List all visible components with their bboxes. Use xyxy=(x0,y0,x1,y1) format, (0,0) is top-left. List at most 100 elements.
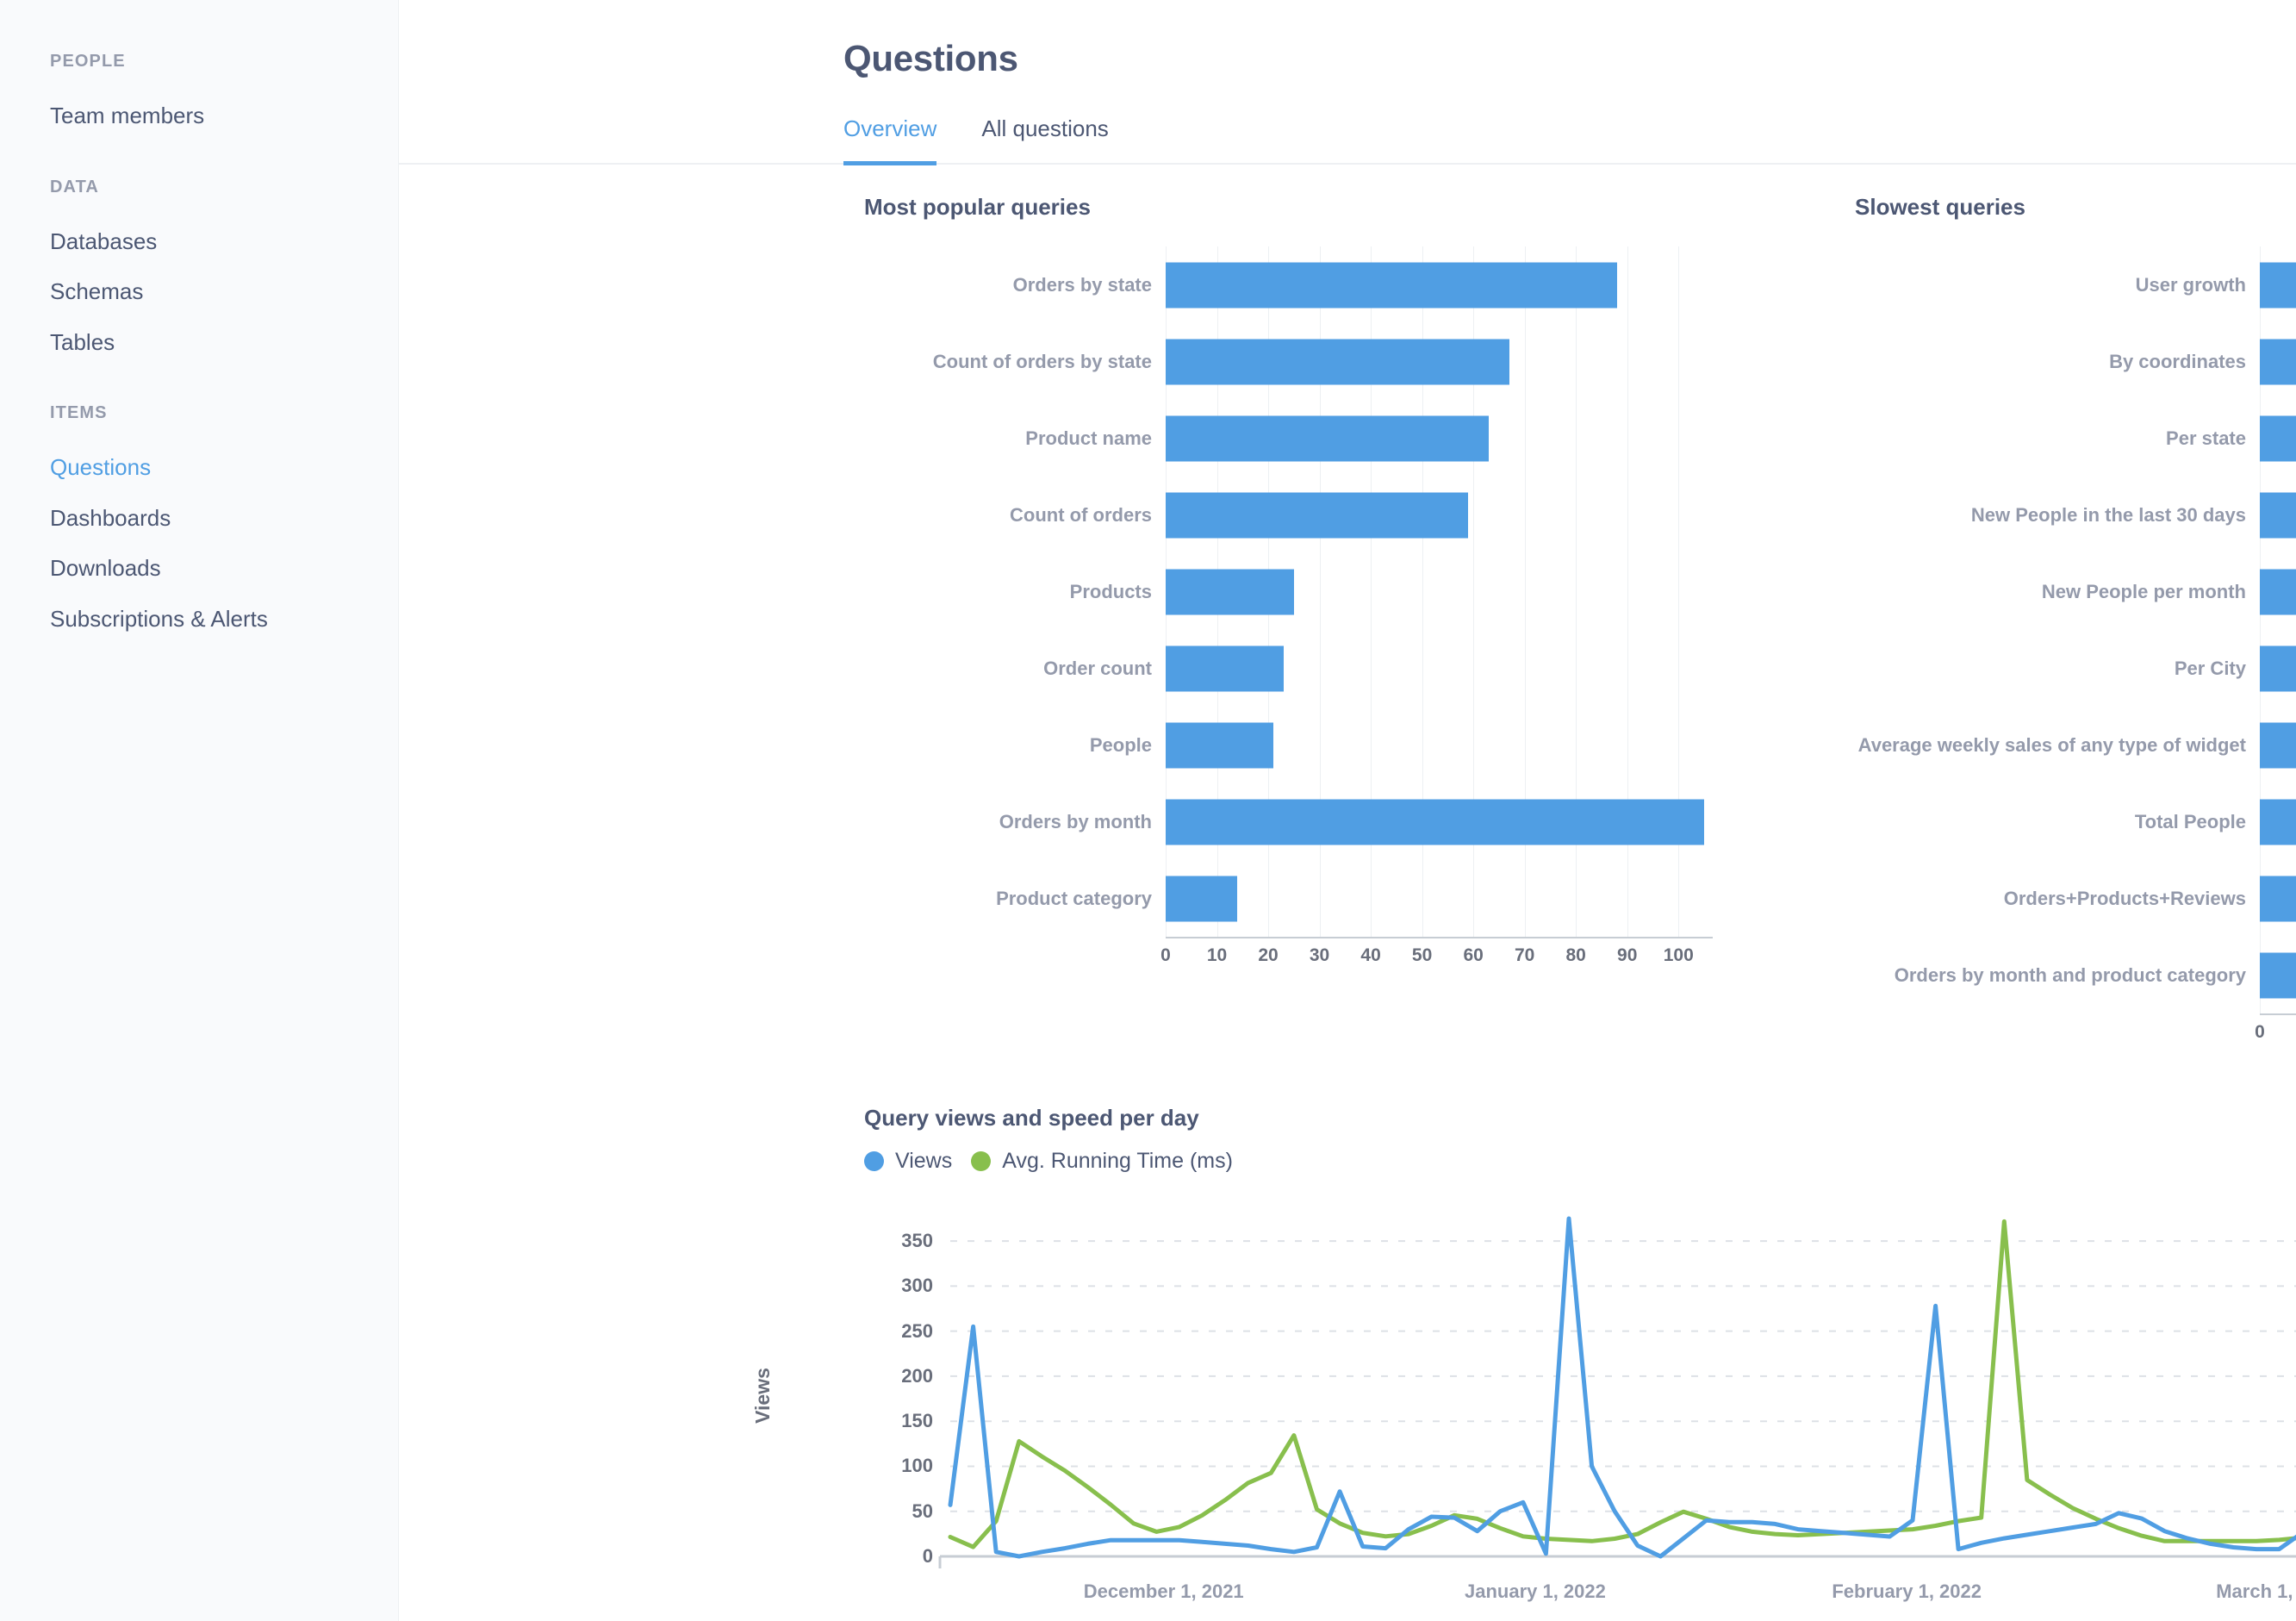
bar-fill[interactable] xyxy=(1166,569,1294,614)
x-tick-label: 60 xyxy=(1463,945,1483,966)
bar-category-label: Product category xyxy=(864,888,1166,910)
bar-row[interactable]: Orders by month xyxy=(864,783,1795,860)
bar-category-label: Per City xyxy=(1855,658,2260,680)
bar-fill[interactable] xyxy=(2260,262,2296,308)
sidebar-heading-people: PEOPLE xyxy=(0,52,398,90)
y-tick-label-left: 100 xyxy=(838,1455,933,1477)
bar-fill[interactable] xyxy=(2260,415,2296,461)
tab-all-questions[interactable]: All questions xyxy=(981,115,1108,165)
bar-fill[interactable] xyxy=(1166,492,1468,538)
sidebar-item-databases[interactable]: Databases xyxy=(0,216,398,267)
bar-fill[interactable] xyxy=(2260,339,2296,384)
x-tick-label: 30 xyxy=(1310,945,1329,966)
chart-most-popular-queries: Most popular queries Orders by stateCoun… xyxy=(864,194,1795,1053)
series-line-views[interactable] xyxy=(950,1219,2296,1556)
bar-row[interactable]: People xyxy=(864,707,1795,783)
sidebar-item-downloads[interactable]: Downloads xyxy=(0,543,398,594)
series-line-avg-running-time[interactable] xyxy=(950,1221,2296,1547)
bar-fill[interactable] xyxy=(2260,952,2296,998)
bar-track xyxy=(2260,783,2296,860)
bar-row[interactable]: Count of orders xyxy=(864,477,1795,553)
x-tick-label: 0 xyxy=(1160,945,1171,966)
bar-row[interactable]: Per state xyxy=(1855,400,2296,477)
bar-row[interactable]: Order count xyxy=(864,630,1795,707)
bar-track xyxy=(1166,783,1795,860)
x-tick-label: February 1, 2022 xyxy=(1832,1580,1982,1603)
bar-track xyxy=(2260,707,2296,783)
x-tick-label: 50 xyxy=(1412,945,1432,966)
bar-fill[interactable] xyxy=(1166,722,1273,768)
bar-fill[interactable] xyxy=(2260,722,2296,768)
bar-track xyxy=(2260,553,2296,630)
bar-fill[interactable] xyxy=(1166,799,1704,845)
legend-item-avg-running-time[interactable]: Avg. Running Time (ms) xyxy=(971,1149,1233,1174)
bar-category-label: Count of orders by state xyxy=(864,351,1166,373)
bar-fill[interactable] xyxy=(2260,569,2296,614)
legend-item-views[interactable]: Views xyxy=(864,1149,952,1174)
bar-row[interactable]: Count of orders by state xyxy=(864,323,1795,400)
bar-row[interactable]: Products xyxy=(864,553,1795,630)
bar-category-label: New People in the last 30 days xyxy=(1855,504,2260,527)
bar-row[interactable]: Orders+Products+Reviews xyxy=(1855,860,2296,937)
bar-row[interactable]: Orders by month and product category xyxy=(1855,937,2296,1013)
main-content: Questions Overview All questions Most po… xyxy=(399,0,2296,1621)
bar-fill[interactable] xyxy=(1166,876,1237,921)
bar-fill[interactable] xyxy=(2260,799,2296,845)
bar-row[interactable]: By coordinates xyxy=(1855,323,2296,400)
bar-fill[interactable] xyxy=(1166,339,1509,384)
bar-track xyxy=(2260,630,2296,707)
bar-track xyxy=(1166,707,1795,783)
charts-row: Most popular queries Orders by stateCoun… xyxy=(399,165,2296,1053)
y-tick-label-left: 300 xyxy=(838,1275,933,1297)
bar-row[interactable]: Average weekly sales of any type of widg… xyxy=(1855,707,2296,783)
x-tick-label: 100 xyxy=(1664,945,1694,966)
bar-track xyxy=(1166,630,1795,707)
bar-category-label: Orders+Products+Reviews xyxy=(1855,888,2260,910)
x-tick-label: 40 xyxy=(1360,945,1380,966)
chart-title-slowest: Slowest queries xyxy=(1855,194,2296,221)
x-tick-label: 10 xyxy=(1207,945,1227,966)
bar-category-label: New People per month xyxy=(1855,581,2260,603)
bar-category-label: Average weekly sales of any type of widg… xyxy=(1855,734,2260,757)
sidebar-item-tables[interactable]: Tables xyxy=(0,317,398,368)
bar-track xyxy=(2260,477,2296,553)
sidebar-item-team-members[interactable]: Team members xyxy=(0,90,398,141)
legend-label-views: Views xyxy=(895,1149,952,1174)
bar-category-label: Products xyxy=(864,581,1166,603)
bar-row[interactable]: New People in the last 30 days xyxy=(1855,477,2296,553)
chart-query-views-speed: Query views and speed per day Views Avg.… xyxy=(399,1053,2296,1608)
x-tick-label: January 1, 2022 xyxy=(1465,1580,1606,1603)
bar-row[interactable]: Product category xyxy=(864,860,1795,937)
sidebar-item-questions[interactable]: Questions xyxy=(0,442,398,493)
sidebar-item-schemas[interactable]: Schemas xyxy=(0,266,398,317)
bar-row[interactable]: New People per month xyxy=(1855,553,2296,630)
bar-list-most-popular: Orders by state Count of orders by state P… xyxy=(864,246,1795,937)
bar-row[interactable]: Total People xyxy=(1855,783,2296,860)
x-axis-slowest: 05001,0001,5002,0002,5003,000 xyxy=(1855,1013,2296,1053)
bar-fill[interactable] xyxy=(1166,262,1617,308)
bar-fill[interactable] xyxy=(2260,492,2296,538)
legend-dot-views xyxy=(864,1151,884,1171)
bar-track xyxy=(1166,477,1795,553)
bar-row[interactable]: Per City xyxy=(1855,630,2296,707)
y-axis-title-left: Views xyxy=(751,1368,775,1424)
bar-row[interactable]: Product name xyxy=(864,400,1795,477)
bar-track xyxy=(2260,937,2296,1013)
tab-bar: Overview All questions xyxy=(399,79,2296,165)
sidebar-item-dashboards[interactable]: Dashboards xyxy=(0,493,398,544)
bar-fill[interactable] xyxy=(2260,876,2296,921)
chart-legend: Views Avg. Running Time (ms) xyxy=(864,1149,2296,1174)
bar-track xyxy=(2260,400,2296,477)
sidebar-group-people: PEOPLE Team members xyxy=(0,52,398,141)
bar-category-label: Orders by month xyxy=(864,811,1166,833)
page-title: Questions xyxy=(399,0,2296,79)
bar-track xyxy=(1166,400,1795,477)
bar-fill[interactable] xyxy=(1166,645,1284,691)
bar-fill[interactable] xyxy=(2260,645,2296,691)
sidebar-item-subscriptions-alerts[interactable]: Subscriptions & Alerts xyxy=(0,594,398,645)
bar-fill[interactable] xyxy=(1166,415,1489,461)
bar-track xyxy=(1166,323,1795,400)
bar-row[interactable]: User growth xyxy=(1855,246,2296,323)
bar-row[interactable]: Orders by state xyxy=(864,246,1795,323)
tab-overview[interactable]: Overview xyxy=(843,115,936,165)
